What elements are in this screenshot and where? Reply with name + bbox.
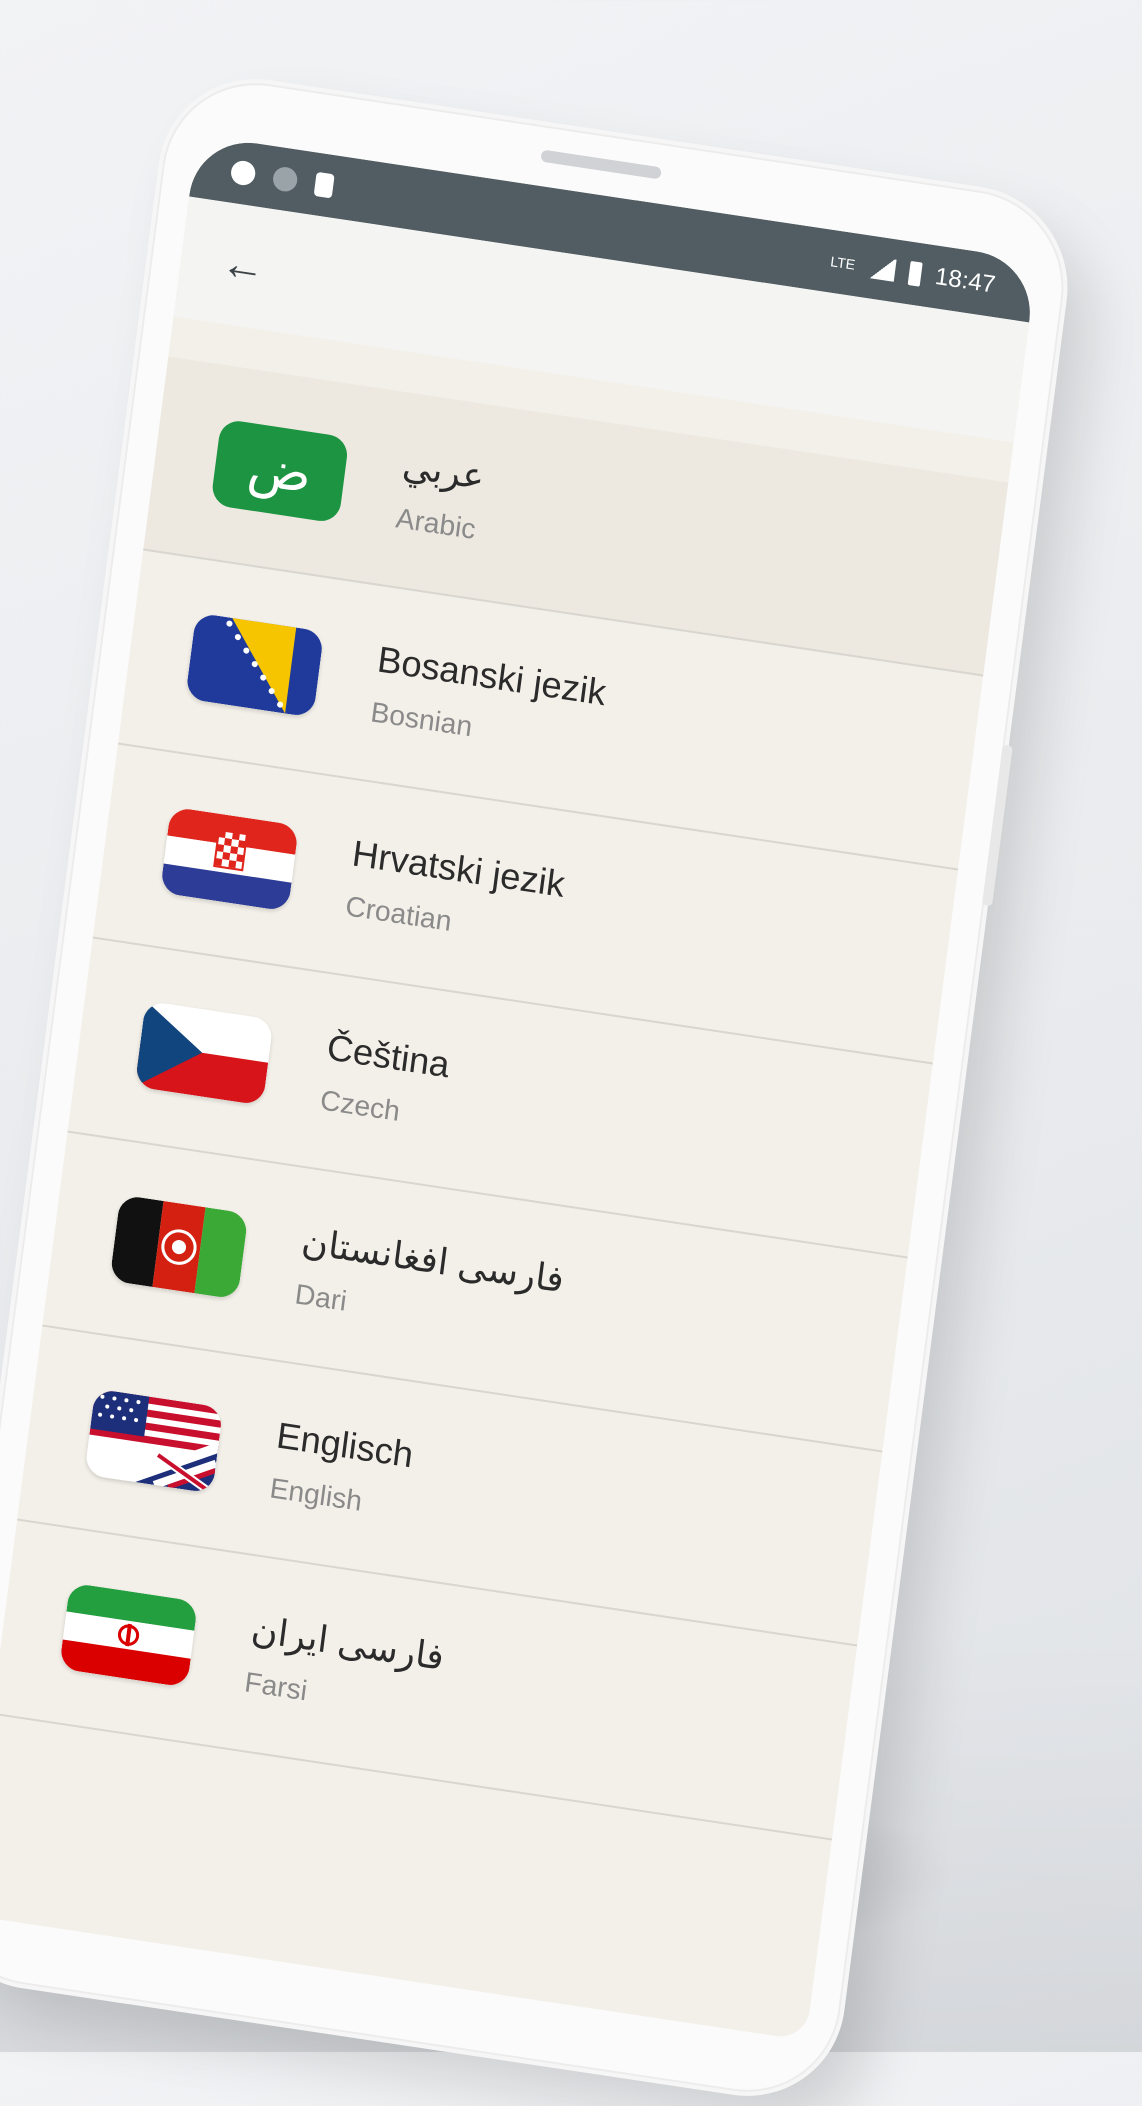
language-native-name: Čeština: [324, 1026, 453, 1086]
side-button: [982, 744, 1013, 907]
status-time: 18:47: [933, 262, 997, 299]
language-native-name: فارسی ایران: [249, 1608, 447, 1678]
iran-flag: [58, 1582, 199, 1688]
status-left-icons: [229, 159, 335, 199]
language-native-name: عربي: [400, 444, 488, 498]
network-label: LTE: [829, 253, 857, 273]
phone-body: LTE 18:47 ← ض عربي Arabic Bosanski jezik…: [0, 70, 1075, 2105]
arabic-tile-letter: ض: [244, 436, 316, 506]
arabic-letter-tile: ض: [210, 418, 350, 524]
battery-icon: [907, 260, 923, 287]
afghanistan-flag: [109, 1194, 249, 1300]
language-english-name: Farsi: [242, 1666, 310, 1707]
language-english-name: Czech: [318, 1084, 402, 1128]
phone-screen: LTE 18:47 ← ض عربي Arabic Bosanski jezik…: [0, 134, 1038, 2041]
earpiece-speaker: [540, 149, 662, 180]
us-uk-flag: [84, 1388, 224, 1494]
czech-flag: [134, 1000, 274, 1106]
croatia-flag: [159, 806, 300, 912]
status-right-icons: LTE 18:47: [829, 247, 997, 300]
sd-card-icon: [313, 171, 335, 199]
language-english-name: English: [268, 1472, 364, 1517]
bosnia-flag: [185, 612, 325, 718]
notification-icon: [229, 159, 257, 187]
signal-icon: [867, 255, 897, 282]
language-native-name: Englisch: [274, 1414, 416, 1476]
notification-icon: [271, 165, 299, 194]
arrow-left-icon[interactable]: ←: [218, 238, 268, 294]
language-english-name: Arabic: [394, 502, 478, 546]
language-list: ض عربي Arabic Bosanski jezik Bosnian Hrv…: [0, 317, 1014, 1841]
phone-wrap: LTE 18:47 ← ض عربي Arabic Bosanski jezik…: [0, 0, 1142, 2105]
